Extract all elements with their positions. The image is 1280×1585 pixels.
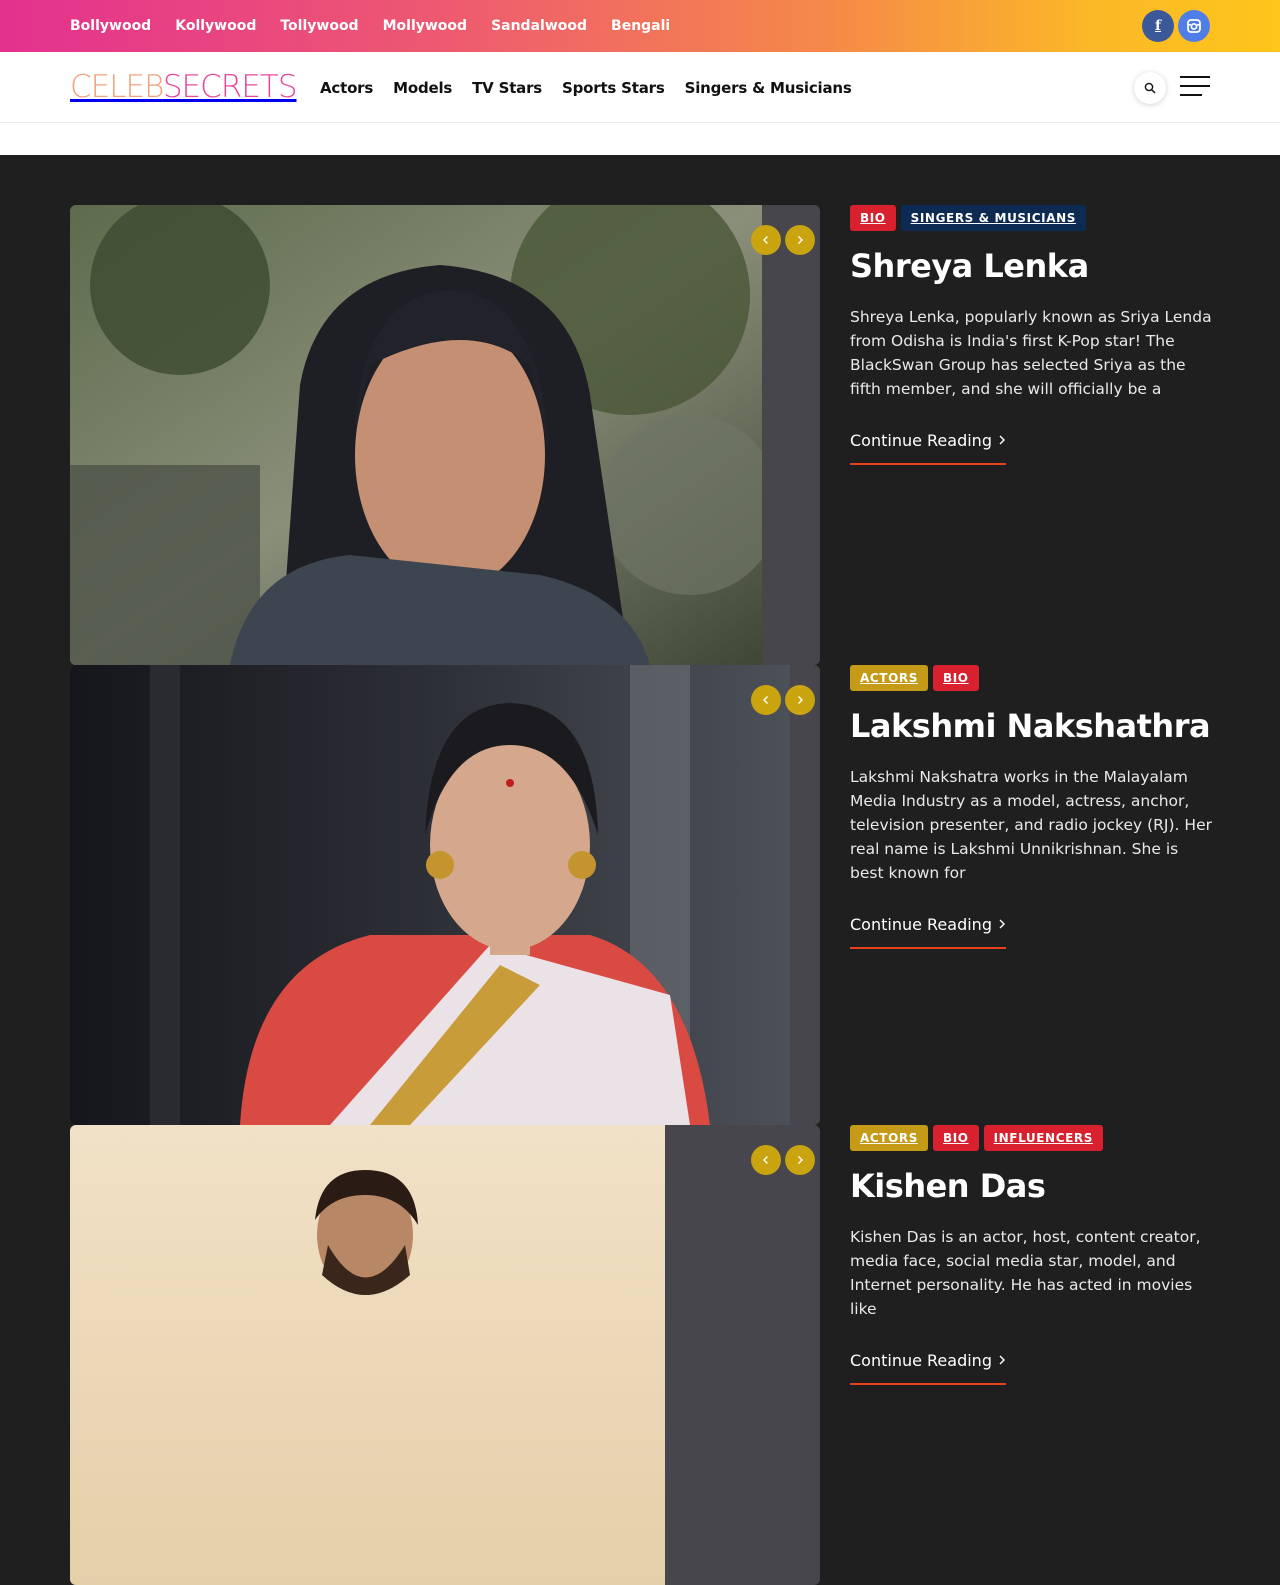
chevron-right-icon [798,236,803,244]
tag-actors[interactable]: ACTORS [850,665,928,691]
tag-bio[interactable]: BIO [932,1125,979,1151]
post-tags: ACTORS BIO INFLUENCERS [850,1125,1215,1151]
menu-line [1180,94,1202,96]
nav-link-singers-musicians[interactable]: Singers & Musicians [685,79,852,97]
post-content: ACTORS BIO INFLUENCERS Kishen Das Kishen… [850,1125,1215,1385]
menu-line [1180,76,1210,78]
search-button[interactable] [1134,72,1166,104]
top-bar: Bollywood Kollywood Tollywood Mollywood … [0,0,1280,52]
search-icon [1144,82,1156,94]
continue-reading-label: Continue Reading [850,915,992,934]
instagram-glyph [1187,19,1201,33]
menu-icon[interactable] [1180,76,1210,96]
post-content: BIO SINGERS & MUSICIANS Shreya Lenka Shr… [850,205,1215,465]
post-content: ACTORS BIO Lakshmi Nakshathra Lakshmi Na… [850,665,1215,949]
topnav-link-tollywood[interactable]: Tollywood [280,18,358,34]
slider-next-button[interactable] [785,1145,815,1175]
post-photo [70,205,762,665]
chevron-right-icon [798,1156,803,1164]
logo-part-celeb: CELEB [70,69,164,105]
continue-reading-link[interactable]: Continue Reading [850,915,1006,949]
chevron-right-icon [798,696,803,704]
topnav-link-mollywood[interactable]: Mollywood [383,18,467,34]
instagram-icon[interactable] [1178,10,1210,42]
nav-link-actors[interactable]: Actors [320,79,373,97]
post-image-slider[interactable] [70,205,820,665]
continue-reading-link[interactable]: Continue Reading [850,1351,1006,1385]
post-photo [70,665,790,1125]
menu-line [1180,85,1210,87]
post-title[interactable]: Shreya Lenka [850,243,1215,289]
continue-reading-label: Continue Reading [850,1351,992,1370]
nav-link-sports-stars[interactable]: Sports Stars [562,79,665,97]
slider-next-button[interactable] [785,225,815,255]
post-photo [70,1125,665,1585]
nav-link-models[interactable]: Models [393,79,452,97]
post-tags: ACTORS BIO [850,665,1215,691]
slider-next-button[interactable] [785,685,815,715]
post-title[interactable]: Lakshmi Nakshathra [850,703,1215,749]
slider-prev-button[interactable] [751,1145,781,1175]
site-logo[interactable]: CELEBSECRETS [70,69,297,105]
tag-actors[interactable]: ACTORS [850,1125,928,1151]
chevron-left-icon [763,696,768,704]
slider-prev-button[interactable] [751,225,781,255]
post-tags: BIO SINGERS & MUSICIANS [850,205,1215,231]
nav-link-tv-stars[interactable]: TV Stars [472,79,542,97]
logo-part-secrets: SECRETS [162,69,298,105]
topnav-link-kollywood[interactable]: Kollywood [175,18,256,34]
main-nav: Actors Models TV Stars Sports Stars Sing… [320,52,852,123]
tag-influencers[interactable]: INFLUENCERS [983,1125,1103,1151]
chevron-right-icon [999,1355,1005,1365]
chevron-left-icon [763,236,768,244]
industry-nav: Bollywood Kollywood Tollywood Mollywood … [70,0,670,52]
slider-prev-button[interactable] [751,685,781,715]
tag-bio[interactable]: BIO [932,665,979,691]
facebook-icon[interactable]: f [1142,10,1174,42]
continue-reading-link[interactable]: Continue Reading [850,431,1006,465]
topnav-link-bengali[interactable]: Bengali [611,18,670,34]
tag-bio[interactable]: BIO [850,205,896,231]
chevron-right-icon [999,435,1005,445]
site-header: CELEBSECRETS Actors Models TV Stars Spor… [0,52,1280,123]
chevron-left-icon [763,1156,768,1164]
post-card: BIO SINGERS & MUSICIANS Shreya Lenka Shr… [70,205,1212,665]
post-image-slider[interactable] [70,1125,820,1585]
post-card: ACTORS BIO Lakshmi Nakshathra Lakshmi Na… [70,665,1212,1125]
post-excerpt: Lakshmi Nakshatra works in the Malayalam… [850,768,1212,882]
topnav-link-sandalwood[interactable]: Sandalwood [491,18,587,34]
topnav-link-bollywood[interactable]: Bollywood [70,18,151,34]
continue-reading-label: Continue Reading [850,431,992,450]
post-card: ACTORS BIO INFLUENCERS Kishen Das Kishen… [70,1125,1210,1585]
header-spacer [0,123,1280,155]
post-image-slider[interactable] [70,665,820,1125]
post-title[interactable]: Kishen Das [850,1163,1215,1209]
post-excerpt: Kishen Das is an actor, host, content cr… [850,1228,1201,1318]
tag-singers-musicians[interactable]: SINGERS & MUSICIANS [900,205,1086,231]
post-excerpt: Shreya Lenka, popularly known as Sriya L… [850,308,1212,398]
chevron-right-icon [999,919,1005,929]
